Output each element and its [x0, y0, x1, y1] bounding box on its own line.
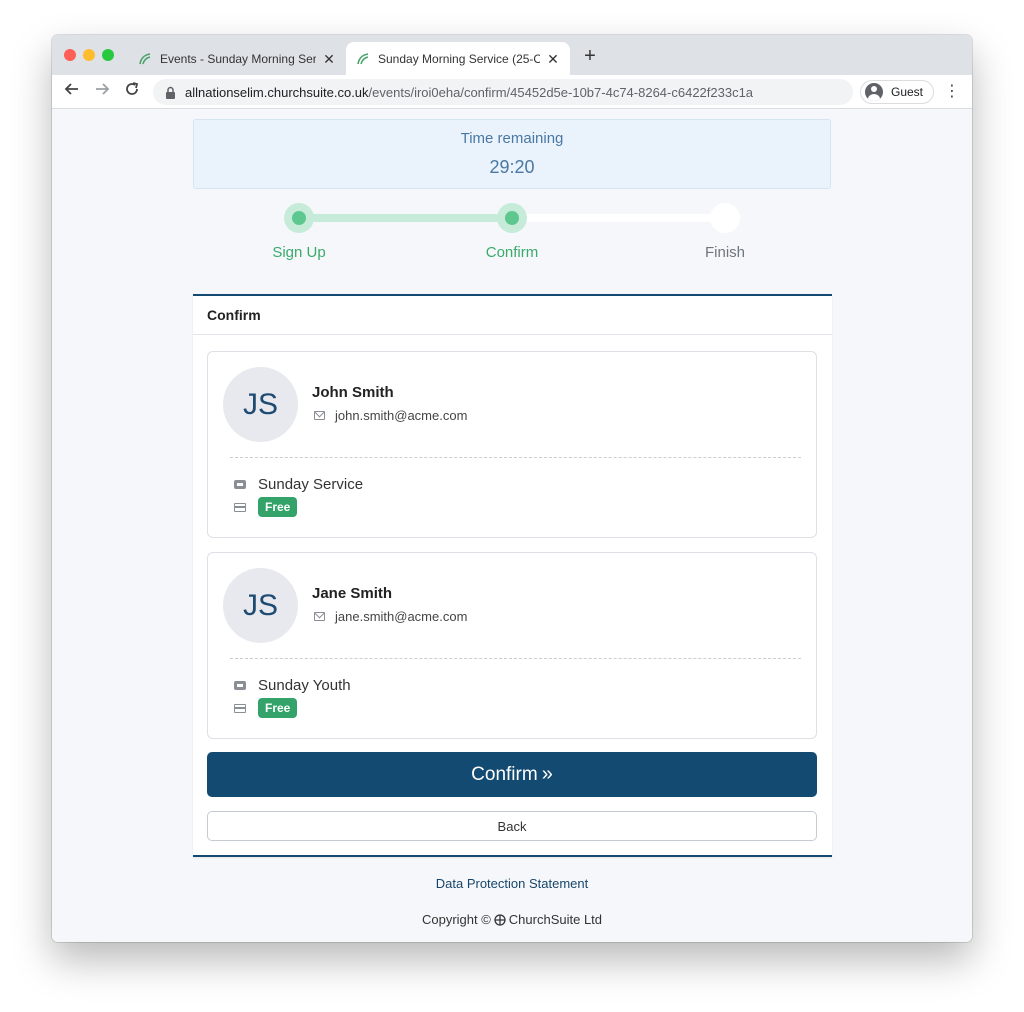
url-host: allnationselim.churchsuite.co.uk: [185, 84, 369, 100]
credit-card-icon: [234, 703, 246, 713]
price-badge: Free: [258, 497, 298, 517]
double-chevron-right-icon: »: [541, 763, 553, 785]
minimize-window-button[interactable]: [83, 49, 95, 61]
card-divider: [230, 658, 801, 659]
ticket-icon: [234, 681, 246, 690]
tab-sunday-morning-service[interactable]: Sunday Morning Service (25-O ✕: [346, 42, 570, 75]
tab-close-icon[interactable]: ✕: [322, 52, 336, 66]
copyright: Copyright © ChurchSuite Ltd: [52, 912, 972, 927]
browser-toolbar: allnationselim.churchsuite.co.uk/events/…: [52, 75, 972, 109]
credit-card-icon: [234, 502, 246, 512]
avatar: JS: [223, 568, 298, 643]
ticket-name: Sunday Service: [258, 476, 364, 493]
card-divider: [230, 457, 801, 458]
step-dot-sign-up: [284, 203, 314, 233]
attendee-email-row: john.smith@acme.com: [314, 408, 467, 423]
attendee-name: John Smith: [312, 384, 394, 401]
tab-bar: Events - Sunday Morning Servi ✕ Sunday M…: [52, 35, 972, 75]
forward-arrow-icon[interactable]: [91, 81, 113, 103]
step-label-finish: Finish: [704, 244, 745, 261]
churchsuite-logo-icon: [494, 913, 506, 926]
avatar: JS: [223, 367, 298, 442]
progress-track-pending: [512, 214, 725, 222]
attendee-card: JS John Smith john.smith@acme.com Sunday…: [207, 351, 817, 538]
new-tab-button[interactable]: +: [580, 46, 600, 67]
envelope-icon: [314, 411, 325, 420]
time-remaining-label: Time remaining: [460, 130, 564, 147]
tab-close-icon[interactable]: ✕: [546, 52, 560, 66]
tab-title: Sunday Morning Service (25-O: [378, 51, 540, 66]
step-label-confirm: Confirm: [485, 244, 539, 261]
lock-icon: [166, 86, 175, 99]
maximize-window-button[interactable]: [102, 49, 114, 61]
reload-icon[interactable]: [121, 81, 143, 103]
copyright-company: ChurchSuite Ltd: [508, 912, 603, 927]
price-row: Free: [234, 497, 298, 517]
data-protection-link[interactable]: Data Protection Statement: [52, 876, 972, 891]
url-path: /events/iroi0eha/confirm/45452d5e-10b7-4…: [368, 84, 754, 100]
price-badge: Free: [258, 698, 298, 718]
profile-avatar-icon: [865, 83, 883, 101]
panel-title: Confirm: [193, 296, 832, 335]
ticket-name: Sunday Youth: [258, 677, 351, 694]
attendee-card: JS Jane Smith jane.smith@acme.com Sunday…: [207, 552, 817, 739]
attendee-email-row: jane.smith@acme.com: [314, 609, 467, 624]
attendee-email: john.smith@acme.com: [335, 408, 468, 423]
time-remaining-value: 29:20: [489, 157, 535, 177]
tab-title: Events - Sunday Morning Servi: [160, 51, 316, 66]
time-remaining-box: Time remaining 29:20: [193, 119, 831, 189]
step-dot-confirm: [497, 203, 527, 233]
browser-window: Events - Sunday Morning Servi ✕ Sunday M…: [52, 35, 972, 942]
profile-button[interactable]: Guest: [860, 80, 935, 104]
back-arrow-icon[interactable]: [61, 81, 83, 103]
attendee-email: jane.smith@acme.com: [335, 609, 468, 624]
confirm-panel: Confirm JS John Smith john.smith@acme.co…: [193, 294, 832, 857]
ticket-row: Sunday Service: [234, 476, 363, 493]
envelope-icon: [314, 612, 325, 621]
page-content: Time remaining 29:20 Sign Up Confirm Fin…: [52, 109, 972, 942]
step-dot-finish: [710, 203, 740, 233]
progress-track-completed: [299, 214, 512, 222]
confirm-button[interactable]: Confirm »: [207, 752, 817, 797]
menu-kebab-icon[interactable]: ⋮: [944, 82, 960, 102]
back-button[interactable]: Back: [207, 811, 817, 841]
price-row: Free: [234, 698, 298, 718]
tab-events[interactable]: Events - Sunday Morning Servi ✕: [128, 42, 346, 75]
close-window-button[interactable]: [64, 49, 76, 61]
ticket-row: Sunday Youth: [234, 677, 351, 694]
attendee-name: Jane Smith: [312, 585, 393, 602]
confirm-button-label: Confirm: [471, 763, 538, 785]
churchsuite-favicon-icon: [139, 52, 151, 64]
ticket-icon: [234, 480, 246, 489]
copyright-prefix: Copyright ©: [421, 912, 491, 927]
churchsuite-favicon-icon: [357, 52, 369, 64]
address-bar[interactable]: allnationselim.churchsuite.co.uk/events/…: [153, 79, 853, 105]
profile-label: Guest: [891, 85, 924, 99]
step-label-sign-up: Sign Up: [272, 244, 326, 261]
progress-steps: Sign Up Confirm Finish: [193, 194, 831, 264]
